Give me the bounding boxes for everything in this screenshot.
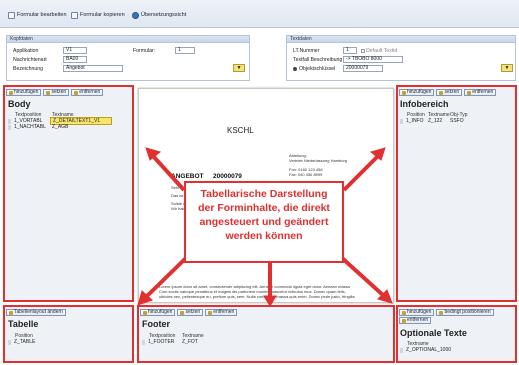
table-highlight-frame bbox=[3, 305, 134, 363]
arrow-to-info bbox=[342, 154, 380, 192]
footer-highlight-frame bbox=[137, 305, 395, 363]
annotation-callout: Tabellarische Darstellung der Forminhalt… bbox=[184, 181, 344, 263]
arrow-to-optional bbox=[340, 256, 386, 298]
arrow-head bbox=[263, 295, 277, 307]
arrow-to-body bbox=[151, 154, 186, 192]
optional-highlight-frame bbox=[396, 305, 517, 363]
body-highlight-frame bbox=[3, 85, 134, 302]
arrow-to-table bbox=[143, 256, 188, 300]
arrow-head bbox=[145, 147, 162, 161]
info-highlight-frame bbox=[396, 85, 517, 302]
